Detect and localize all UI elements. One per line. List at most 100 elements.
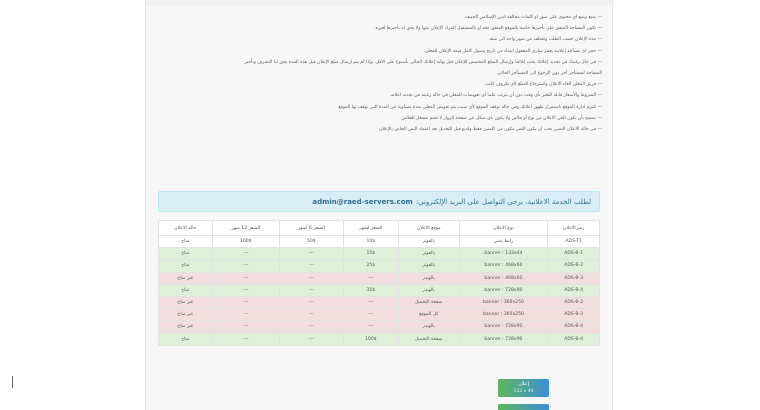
ads-price-table: رمز الاعلان نوع الاعلان موقع الاعلان الس… [158, 220, 600, 346]
table-cell: 10$ [342, 234, 399, 249]
ad-banner-button[interactable]: إعلان 133 x 44 [498, 379, 549, 397]
table-cell: --- [211, 247, 280, 261]
table-cell: --- [342, 271, 399, 285]
term-item: — حجز اي مساحة إعلانية يعتبر ساري المفعو… [423, 48, 602, 54]
table-cell: ADS-B-1 [547, 247, 600, 261]
table-cell: متاح [158, 283, 213, 297]
table-cell: --- [211, 320, 280, 334]
ad-banner-button-secondary[interactable] [498, 404, 549, 410]
table-row: ADS-B-2 banner : 360x250 صفحة التحميل --- --… [158, 295, 600, 310]
table-cell: 50$ [278, 234, 344, 249]
ad-banner-size: 133 x 44 [513, 389, 534, 394]
table-cell: --- [278, 271, 344, 285]
table-cell: --- [211, 332, 280, 346]
table-cell: --- [278, 308, 344, 322]
table-cell: ADS-B-2 [547, 295, 600, 310]
table-cell: banner : 728x90 [458, 320, 549, 334]
table-cell: متاح [158, 259, 213, 273]
col-price-6-months: السعر 6 أشهر [278, 220, 344, 236]
table-cell: banner : 468x60 [458, 259, 549, 273]
panel-top-edge [146, 0, 612, 6]
content-panel: — يمنع وضع اي محتوى على صور او كلمات مخا… [145, 0, 613, 410]
table-cell: صفحة التحميل [397, 295, 460, 310]
table-cell: --- [278, 332, 344, 346]
table-cell: 100$ [342, 332, 399, 346]
left-divider [12, 376, 13, 388]
table-cell: رابط نصي [458, 234, 549, 249]
table-cell: 100$ [211, 234, 280, 249]
table-cell: --- [278, 247, 344, 261]
table-cell: ADS-B-4 [547, 332, 600, 346]
table-cell: ADS-B-4 [547, 283, 600, 297]
table-row: ADS-B-3 banner : 468x60 بالهيدر --- --- --- غي… [158, 271, 600, 285]
table-cell: --- [211, 271, 280, 285]
col-price-month: السعر لشهر [342, 220, 399, 236]
table-row: ADS-B-1 banner : 133x44 بالفوتر 15$ --- --- مت… [158, 247, 600, 261]
ads-table-body: ADS-T1 رابط نصي بالفوتر 10$ 50$ 100$ متاح ADS-B… [158, 234, 600, 346]
term-item: — الشروط والأسعار قابلة للتغير بأي وقت د… [389, 93, 602, 99]
table-cell: 35$ [342, 283, 399, 297]
table-cell: --- [211, 259, 280, 273]
table-cell: ADS-T1 [547, 234, 600, 249]
table-cell: بالفوتر [397, 259, 460, 273]
term-item: — تلتزم ادارة الموقع باستمرار ظهور اعلان… [338, 104, 602, 110]
term-item: — في حال رغبتك في تجديد إعلانك يجب ابلاغ… [244, 59, 602, 65]
table-cell: banner : 360x250 [458, 308, 549, 322]
table-cell: بالهيدر [397, 320, 460, 334]
col-ad-type: نوع الاعلان [458, 220, 549, 236]
table-cell: banner : 728x90 [458, 332, 549, 346]
table-cell: banner : 728x90 [458, 283, 549, 297]
table-cell: ADS-B-3 [547, 308, 600, 322]
table-cell: بالفوتر [397, 247, 460, 261]
table-row: ADS-B-4 banner : 728x90 بالهيدر --- --- --- غي… [158, 320, 600, 334]
table-cell: --- [211, 283, 280, 297]
table-row: ADS-B-2 banner : 468x60 بالفوتر 25$ --- --- مت… [158, 259, 600, 273]
table-cell: banner : 360x250 [458, 295, 549, 310]
term-item: — يمنع وضع اي محتوى على صور او كلمات مخا… [463, 15, 602, 20]
table-cell: غير متاح [158, 308, 213, 322]
table-cell: متاح [158, 234, 213, 249]
table-cell: ADS-B-4 [547, 320, 600, 334]
table-cell: صفحة التحميل [397, 332, 460, 346]
table-header-row: رمز الاعلان نوع الاعلان موقع الاعلان الس… [158, 220, 600, 236]
term-item: — مدة الإعلان حسب الطلب وتختلف من شهر وا… [488, 37, 602, 43]
table-cell: كل الموقع [397, 308, 460, 322]
table-cell: banner : 468x60 [458, 271, 549, 285]
table-cell: غير متاح [158, 320, 213, 334]
table-cell: --- [342, 308, 399, 322]
table-cell: 25$ [342, 259, 399, 273]
table-cell: --- [211, 308, 280, 322]
term-item: — فريق المعلن الغاء الاعلان واسترجاع الم… [483, 82, 602, 88]
table-cell: --- [211, 295, 280, 310]
table-cell: غير متاح [158, 295, 213, 310]
table-cell: بالهيدر [397, 283, 460, 297]
table-cell: غير متاح [158, 271, 213, 285]
table-row: ADS-B-4 banner : 728x90 بالهيدر 35$ --- --- مت… [158, 283, 600, 297]
col-ad-code: رمز الاعلان [547, 220, 600, 236]
table-row: ADS-T1 رابط نصي بالفوتر 10$ 50$ 100$ متاح [158, 234, 600, 249]
table-row: ADS-B-3 banner : 360x250 كل الموقع --- --- --… [158, 308, 600, 322]
term-item: — في حالة الاعلان النصي يجب ان يكون النص… [378, 127, 602, 133]
table-cell: بالفوتر [397, 234, 460, 249]
term-item: المساحة لمستأجر آخر دون الرجوع الى المست… [496, 71, 602, 77]
ad-banner-label: إعلان [517, 381, 530, 387]
contact-text: لطلب الخدمة الاعلانية، يرجى التواصل على … [415, 197, 591, 206]
term-item: — نسمح بأن يكون الفي الاعلان من نوع أو ف… [401, 115, 602, 121]
table-cell: --- [342, 295, 399, 310]
contact-email-link[interactable]: admin@raed-servers.com [312, 198, 412, 206]
col-price-12-months: السعر 12 شهر [211, 220, 280, 236]
table-cell: --- [278, 283, 344, 297]
terms-list: — يمنع وضع اي محتوى على صور او كلمات مخا… [156, 12, 602, 135]
table-cell: --- [342, 320, 399, 334]
table-cell: بالهيدر [397, 271, 460, 285]
col-ad-status: حالة الاعلان [158, 220, 213, 236]
table-cell: --- [278, 320, 344, 334]
table-cell: banner : 133x44 [458, 247, 549, 261]
table-cell: --- [278, 259, 344, 273]
term-item: — تكون المساحة المتفق على تأجيرها خاصة ب… [374, 26, 602, 32]
table-cell: --- [278, 295, 344, 310]
table-cell: متاح [158, 247, 213, 261]
col-ad-location: موقع الاعلان [397, 220, 460, 236]
table-cell: 15$ [342, 247, 399, 261]
contact-alert: لطلب الخدمة الاعلانية، يرجى التواصل على … [158, 191, 600, 212]
